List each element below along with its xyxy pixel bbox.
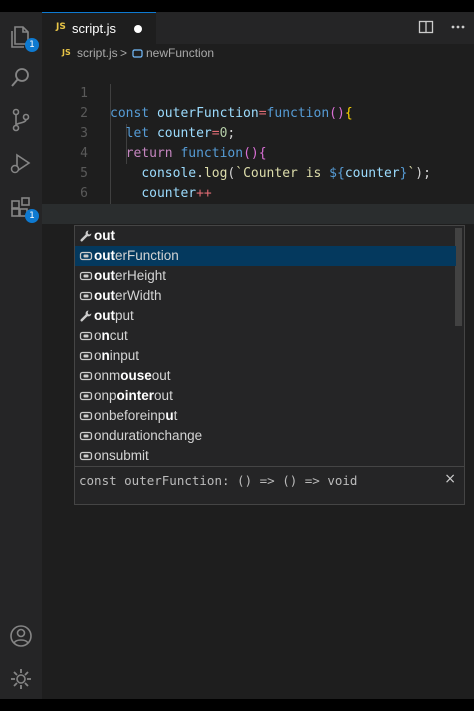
variable-icon xyxy=(79,429,93,443)
code-line-1[interactable]: 1 const outerFunction=function(){ xyxy=(42,64,474,121)
close-details-icon[interactable]: × xyxy=(444,471,456,487)
suggestion-item[interactable]: onbeforeinput xyxy=(75,406,456,426)
wrench-icon xyxy=(79,229,93,243)
suggestion-label: oninput xyxy=(94,348,140,363)
suggestion-item[interactable]: out xyxy=(75,226,456,246)
source-control-icon[interactable] xyxy=(7,106,35,134)
code-line-2[interactable]: 2 let counter=0; xyxy=(42,84,474,141)
split-editor-icon[interactable] xyxy=(418,19,434,40)
suggestion-item[interactable]: outerWidth xyxy=(75,286,456,306)
code-line-5[interactable]: 5 counter++ xyxy=(42,144,474,201)
suggestion-label: oncut xyxy=(94,328,128,343)
suggestion-label: onmouseout xyxy=(94,368,171,383)
run-debug-icon[interactable] xyxy=(7,149,35,177)
suggestion-label: onpointerout xyxy=(94,388,173,403)
suggestion-label: outerHeight xyxy=(94,268,167,283)
settings-gear-icon[interactable] xyxy=(7,665,35,693)
suggestion-label: output xyxy=(94,308,134,323)
suggestion-signature: const outerFunction: () => () => void xyxy=(79,473,358,488)
tab-actions xyxy=(406,19,466,37)
suggestion-label: ondurationchange xyxy=(94,428,203,443)
autocomplete-suggest-widget[interactable]: out outerFunction outerHeight outerWidth out… xyxy=(74,225,465,505)
suggestion-item[interactable]: outerFunction xyxy=(75,246,456,266)
tab-script-js[interactable]: JS script.js xyxy=(42,12,156,44)
top-black-bar xyxy=(0,0,474,12)
suggestion-label: onbeforeinput xyxy=(94,408,178,423)
js-file-icon: JS xyxy=(56,22,66,32)
suggestion-label: outerFunction xyxy=(94,248,179,263)
variable-icon xyxy=(79,449,93,463)
suggest-scrollbar[interactable] xyxy=(455,228,462,326)
code-line-8[interactable]: 8 const newFunction=out xyxy=(42,204,474,261)
code-line-7[interactable]: 7 } xyxy=(42,184,474,241)
account-icon[interactable] xyxy=(7,622,35,650)
suggestion-item[interactable]: oncut xyxy=(75,326,456,346)
variable-icon xyxy=(132,48,143,59)
bottom-black-bar xyxy=(0,699,474,711)
search-icon[interactable] xyxy=(7,64,35,92)
breadcrumb-js-icon: JS xyxy=(62,48,71,57)
suggestion-item[interactable]: ondurationchange xyxy=(75,426,456,446)
variable-icon xyxy=(79,329,93,343)
suggestion-label: out xyxy=(94,228,115,243)
suggestion-label: onsubmit xyxy=(94,448,149,463)
activity-bar: 1 1 xyxy=(0,12,42,699)
editor-tabs-bar: JS script.js xyxy=(42,12,474,44)
breadcrumb-separator: > xyxy=(120,46,128,60)
code-line-4[interactable]: 4 console.log(`Counter is ${counter}`); xyxy=(42,124,474,181)
extensions-badge: 1 xyxy=(25,209,39,223)
suggestion-item[interactable]: onsubmit xyxy=(75,446,456,466)
explorer-icon[interactable]: 1 xyxy=(7,22,39,52)
breadcrumb: JS script.js > newFunction xyxy=(42,44,474,64)
suggestion-item[interactable]: onmouseout xyxy=(75,366,456,386)
variable-icon xyxy=(79,249,93,263)
code-line-3[interactable]: 3 return function(){ xyxy=(42,104,474,161)
wrench-icon xyxy=(79,309,93,323)
suggestion-item[interactable]: output xyxy=(75,306,456,326)
breadcrumb-function[interactable]: newFunction xyxy=(146,46,214,60)
suggestion-detail: const outerFunction: () => () => void × xyxy=(75,466,464,505)
variable-icon xyxy=(79,289,93,303)
suggestion-item[interactable]: oninput xyxy=(75,346,456,366)
variable-icon xyxy=(79,409,93,423)
variable-icon xyxy=(79,349,93,363)
extensions-icon[interactable]: 1 xyxy=(7,193,39,223)
suggestion-label: outerWidth xyxy=(94,288,162,303)
more-actions-icon[interactable] xyxy=(450,19,466,40)
variable-icon xyxy=(79,389,93,403)
tab-title: script.js xyxy=(72,21,117,36)
suggestion-item[interactable]: outerHeight xyxy=(75,266,456,286)
explorer-badge: 1 xyxy=(25,38,39,52)
suggestion-item[interactable]: onpointerout xyxy=(75,386,456,406)
unsaved-dot-icon[interactable] xyxy=(134,25,142,33)
variable-icon xyxy=(79,369,93,383)
code-line-6[interactable]: 6 } xyxy=(42,164,474,221)
breadcrumb-file[interactable]: script.js xyxy=(77,46,118,60)
variable-icon xyxy=(79,269,93,283)
